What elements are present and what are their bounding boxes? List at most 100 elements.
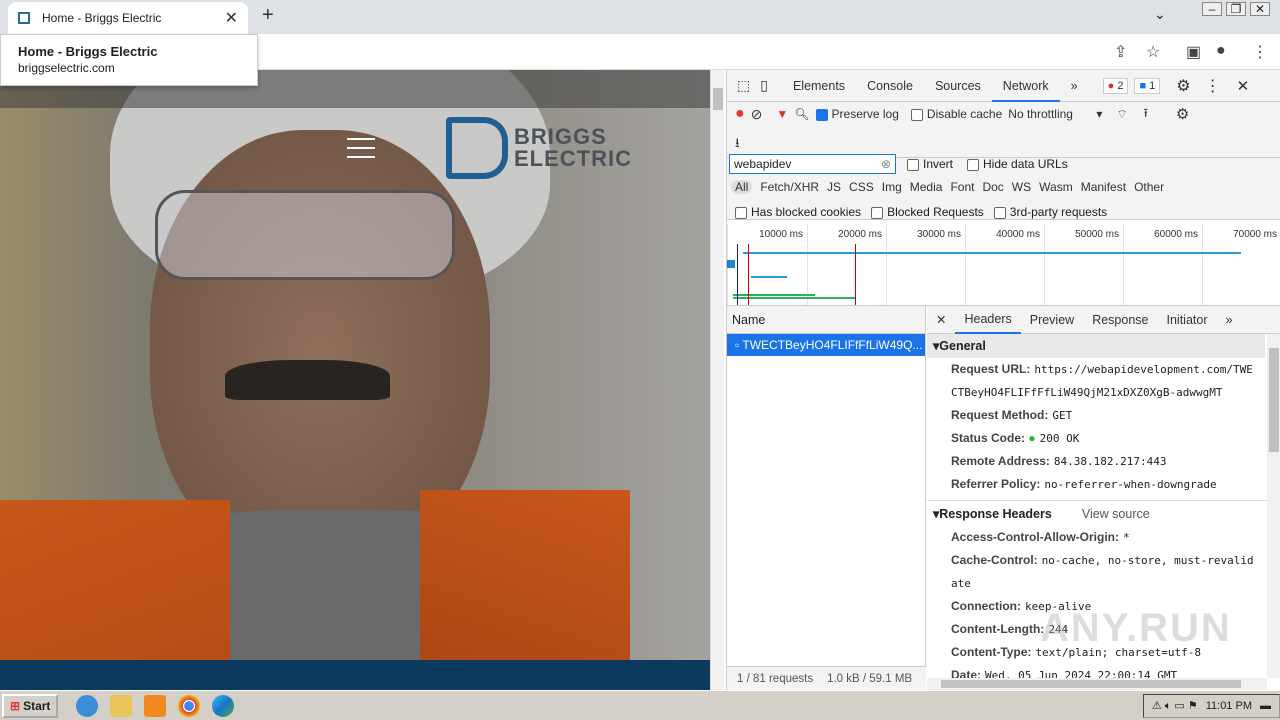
status-bar: 1 / 81 requests 1.0 kB / 59.1 MB	[727, 666, 926, 690]
hamburger-menu-icon[interactable]	[347, 138, 375, 165]
blocked-requests-checkbox[interactable]: Blocked Requests	[871, 205, 984, 219]
type-css[interactable]: CSS	[849, 180, 874, 194]
page-scrollbar[interactable]	[710, 70, 724, 690]
tab-search-chevron-icon[interactable]: ⌄	[1154, 6, 1166, 23]
timeline-tick: 70000 ms	[1233, 229, 1277, 240]
header-key: Connection:	[951, 599, 1021, 613]
timeline-bar	[733, 297, 855, 299]
search-icon[interactable]: 🔍︎	[794, 107, 809, 121]
header-row: Remote Address: 84.38.182.217:443	[927, 450, 1265, 473]
inspect-element-icon[interactable]: ⬚	[737, 77, 750, 94]
general-section-header[interactable]: ▾General	[927, 334, 1265, 358]
taskbar: ⊞ Start ⚠ 🔈︎ ▭ ⚑ 11:01 PM ▬	[0, 690, 1280, 720]
type-all[interactable]: All	[731, 180, 753, 194]
error-count-badge[interactable]: ● 2	[1102, 77, 1129, 94]
tab-console[interactable]: Console	[856, 70, 924, 102]
minimize-button[interactable]: –	[1202, 2, 1222, 16]
import-har-icon[interactable]: ⭱	[1144, 104, 1148, 125]
profile-avatar-icon[interactable]: ●	[1216, 42, 1226, 60]
tab-elements[interactable]: Elements	[782, 70, 856, 102]
preserve-log-checkbox[interactable]: Preserve log	[815, 107, 899, 121]
message-count: 1	[1149, 79, 1156, 92]
request-row[interactable]: ▫ TWECTBeyHO4FLIFfFfLiW49Q...	[727, 334, 925, 356]
close-window-button[interactable]: ✕	[1250, 2, 1270, 16]
tab-initiator[interactable]: Initiator	[1158, 307, 1217, 333]
tab-response[interactable]: Response	[1083, 307, 1157, 333]
blocked-cookies-checkbox[interactable]: Has blocked cookies	[735, 205, 861, 219]
tab-headers[interactable]: Headers	[955, 306, 1021, 334]
more-options-icon[interactable]: ⋮	[1205, 76, 1221, 96]
menu-icon[interactable]: ⋮	[1252, 42, 1268, 62]
device-toolbar-icon[interactable]: ▯	[760, 77, 768, 94]
footer-band	[0, 660, 710, 690]
tab-preview[interactable]: Preview	[1021, 307, 1083, 333]
media-player-icon[interactable]	[144, 694, 167, 717]
type-fetch-xhr[interactable]: Fetch/XHR	[760, 180, 819, 194]
invert-checkbox[interactable]: Invert	[907, 157, 953, 171]
show-desktop-icon[interactable]: ▬	[1260, 700, 1271, 712]
details-horizontal-scrollbar[interactable]	[927, 678, 1267, 690]
site-logo[interactable]: BRIGGS ELECTRIC	[446, 117, 632, 179]
type-media[interactable]: Media	[910, 180, 943, 194]
close-details-icon[interactable]: ✕	[927, 307, 955, 333]
start-button[interactable]: ⊞ Start	[2, 693, 59, 718]
tray-icons[interactable]: ⚠ 🔈︎ ▭ ⚑	[1152, 699, 1198, 713]
logo-mark-icon	[446, 117, 508, 179]
tab-sources[interactable]: Sources	[924, 70, 992, 102]
timeline-tick: 30000 ms	[917, 229, 961, 240]
details-scrollbar[interactable]	[1267, 334, 1280, 678]
more-detail-tabs-button[interactable]: »	[1217, 307, 1242, 333]
disable-cache-checkbox[interactable]: Disable cache	[910, 107, 1002, 121]
hero-photo-glasses	[155, 190, 455, 280]
header-key: Access-Control-Allow-Origin:	[951, 530, 1120, 544]
name-column-header[interactable]: Name	[727, 306, 925, 334]
hide-data-urls-checkbox[interactable]: Hide data URLs	[967, 157, 1068, 171]
clear-filter-icon[interactable]: ⊗	[881, 157, 891, 171]
maximize-button[interactable]: ❐	[1226, 2, 1246, 16]
side-panel-icon[interactable]: ▣	[1186, 42, 1201, 62]
filter-icon[interactable]: ▼	[776, 107, 788, 121]
network-overview-timeline[interactable]: 10000 ms 20000 ms 30000 ms 40000 ms 5000…	[727, 224, 1280, 306]
view-source-link[interactable]: View source	[1082, 507, 1150, 521]
web-page: BRIGGS ELECTRIC	[0, 70, 710, 690]
ie-icon[interactable]	[76, 694, 99, 717]
devtools-panel: ⬚ ▯ Elements Console Sources Network » ●…	[726, 70, 1280, 690]
new-tab-button[interactable]: +	[262, 4, 274, 27]
type-wasm[interactable]: Wasm	[1039, 180, 1073, 194]
explorer-icon[interactable]	[110, 694, 133, 717]
record-icon[interactable]: ●	[735, 105, 745, 123]
close-tab-icon[interactable]: ✕	[225, 8, 238, 28]
export-har-icon[interactable]: ⭳	[735, 134, 1280, 156]
clock[interactable]: 11:01 PM	[1206, 700, 1252, 712]
browser-tab[interactable]: Home - Briggs Electric ✕	[8, 2, 248, 34]
header-row: Request Method: GET	[927, 404, 1265, 427]
type-font[interactable]: Font	[950, 180, 974, 194]
tab-network[interactable]: Network	[991, 70, 1060, 102]
header-value: 200 OK	[1039, 432, 1080, 445]
response-headers-section-header[interactable]: ▾Response Headers View source	[927, 500, 1280, 526]
share-icon[interactable]: ⇪	[1114, 42, 1127, 62]
network-settings-icon[interactable]: ⚙	[1176, 105, 1189, 123]
header-key: Content-Type:	[951, 645, 1032, 659]
type-img[interactable]: Img	[882, 180, 902, 194]
chrome-icon[interactable]	[178, 694, 201, 717]
throttling-select[interactable]: No throttling ▾	[1008, 107, 1102, 121]
network-conditions-icon[interactable]: ⌔	[1116, 107, 1127, 122]
edge-icon[interactable]	[212, 694, 235, 717]
message-count-badge[interactable]: ■ 1	[1134, 77, 1161, 94]
resource-type-filters: All Fetch/XHR JS CSS Img Media Font Doc …	[731, 180, 1164, 194]
filter-input[interactable]: webapidev ⊗	[729, 154, 896, 174]
type-doc[interactable]: Doc	[982, 180, 1003, 194]
type-ws[interactable]: WS	[1012, 180, 1031, 194]
header-value: https://webapidevelopment.com/TWE	[1034, 363, 1253, 376]
type-js[interactable]: JS	[827, 180, 841, 194]
type-manifest[interactable]: Manifest	[1081, 180, 1126, 194]
settings-gear-icon[interactable]: ⚙	[1176, 76, 1190, 96]
header-key: Remote Address:	[951, 454, 1050, 468]
type-other[interactable]: Other	[1134, 180, 1164, 194]
third-party-checkbox[interactable]: 3rd-party requests	[993, 205, 1107, 219]
more-tabs-button[interactable]: »	[1060, 70, 1089, 102]
close-devtools-icon[interactable]: ✕	[1237, 77, 1250, 95]
clear-icon[interactable]: ⊘	[751, 106, 763, 123]
bookmark-star-icon[interactable]: ☆	[1146, 42, 1160, 62]
